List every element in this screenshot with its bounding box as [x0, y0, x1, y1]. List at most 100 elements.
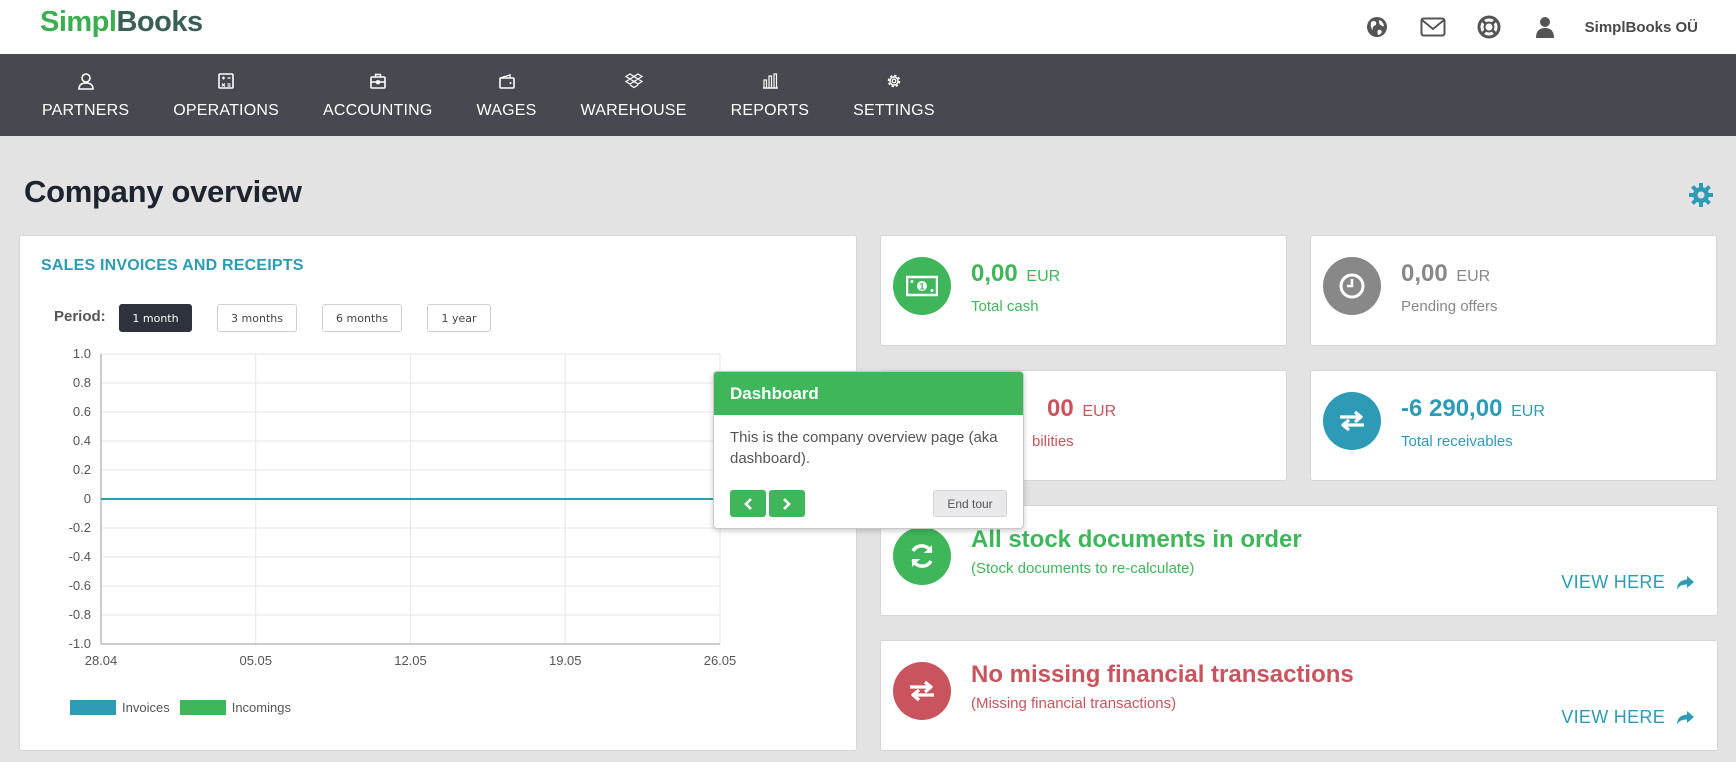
chevron-left-icon [744, 497, 752, 510]
dropbox-icon [624, 70, 643, 92]
pending-offers-card[interactable]: 0,00 EUR Pending offers [1310, 235, 1717, 346]
y-tick-label: -0.8 [69, 607, 91, 622]
calculator-icon [217, 70, 235, 92]
nav-warehouse[interactable]: WAREHOUSE [559, 54, 709, 136]
legend-invoices-label: Invoices [122, 700, 170, 715]
nav-settings[interactable]: SETTINGS [831, 54, 957, 136]
financial-view-here-label: VIEW HERE [1561, 707, 1665, 727]
dashboard-settings-icon[interactable] [1688, 182, 1714, 213]
y-tick-label: 1.0 [73, 346, 91, 361]
user-outline-icon [77, 70, 95, 92]
tour-popover: Dashboard This is the company overview p… [713, 371, 1024, 529]
nav-reports-label: REPORTS [730, 102, 810, 119]
legend-incomings-swatch [179, 700, 226, 715]
y-tick-label: -0.2 [69, 520, 91, 535]
tour-body: This is the company overview page (aka d… [730, 429, 998, 467]
x-tick-label: 19.05 [549, 653, 582, 668]
financial-transactions-subtitle: (Missing financial transactions) [971, 695, 1177, 712]
period-3-months-button[interactable]: 3 months [217, 304, 297, 332]
x-tick-label: 05.05 [239, 653, 272, 668]
total-liabilities-value: 00 EUR [1047, 395, 1116, 423]
chevron-right-icon [783, 497, 791, 510]
transfer-arrows-icon [893, 662, 951, 720]
total-cash-value: 0,00 EUR [971, 260, 1060, 288]
total-liabilities-label: bilities [1032, 433, 1074, 450]
total-receivables-label: Total receivables [1401, 433, 1513, 450]
sales-card-title: SALES INVOICES AND RECEIPTS [41, 257, 304, 274]
y-tick-label: 0.8 [73, 375, 91, 390]
company-name[interactable]: SimplBooks OÜ [1585, 19, 1698, 36]
total-receivables-value: -6 290,00 EUR [1401, 395, 1545, 423]
envelope-icon[interactable] [1405, 0, 1461, 54]
total-liabilities-amount: 00 [1047, 395, 1074, 422]
cash-icon: 1 [893, 257, 951, 315]
share-arrow-icon [1677, 575, 1694, 589]
total-liabilities-currency: EUR [1082, 403, 1117, 420]
clock-icon [1323, 257, 1381, 315]
stock-view-here-link[interactable]: VIEW HERE [1561, 572, 1695, 593]
x-tick-label: 28.04 [85, 653, 118, 668]
main-nav: PARTNERS OPERATIONS ACCOUNTING WAGES WAR… [0, 54, 1736, 136]
y-tick-label: 0.4 [73, 433, 91, 448]
nav-partners[interactable]: PARTNERS [20, 54, 151, 136]
period-6-months-button[interactable]: 6 months [322, 304, 402, 332]
financial-view-here-link[interactable]: VIEW HERE [1561, 707, 1695, 728]
chart-legend: Invoices Incomings [70, 700, 291, 715]
period-1-year-button[interactable]: 1 year [427, 304, 491, 332]
nav-wages[interactable]: WAGES [455, 54, 559, 136]
y-tick-label: -1.0 [69, 636, 91, 651]
page-title: Company overview [24, 174, 302, 209]
nav-reports[interactable]: REPORTS [709, 54, 831, 136]
financial-transactions-card: No missing financial transactions (Missi… [880, 640, 1718, 751]
logo-part-simpl: Simpl [40, 6, 117, 38]
tour-next-button[interactable] [769, 490, 805, 517]
period-1-month-button[interactable]: 1 month [119, 304, 192, 332]
refresh-icon [893, 527, 951, 585]
top-bar: SimplBooks SimplBooks OÜ [0, 0, 1736, 54]
pending-offers-currency: EUR [1456, 268, 1491, 285]
total-cash-currency: EUR [1026, 268, 1061, 285]
y-tick-label: 0 [84, 491, 91, 506]
legend-invoices-swatch [70, 700, 116, 715]
gear-icon [885, 70, 903, 92]
transfer-arrows-icon [1323, 392, 1381, 450]
tour-title: Dashboard [714, 372, 1023, 415]
stock-documents-subtitle: (Stock documents to re-calculate) [971, 560, 1195, 577]
bar-chart-icon [761, 70, 779, 92]
share-arrow-icon [1677, 710, 1694, 724]
total-receivables-card[interactable]: -6 290,00 EUR Total receivables [1310, 370, 1717, 481]
total-receivables-amount: -6 290,00 [1401, 395, 1503, 422]
svg-text:1: 1 [919, 282, 924, 292]
nav-partners-label: PARTNERS [42, 102, 130, 119]
top-icons: SimplBooks OÜ [1349, 0, 1736, 54]
user-icon[interactable] [1517, 0, 1573, 54]
nav-wages-label: WAGES [476, 102, 537, 119]
globe-icon[interactable] [1349, 0, 1405, 54]
pending-offers-amount: 0,00 [1401, 260, 1448, 287]
pending-offers-value: 0,00 EUR [1401, 260, 1490, 288]
total-cash-amount: 0,00 [971, 260, 1018, 287]
financial-transactions-title: No missing financial transactions [971, 661, 1354, 688]
nav-operations[interactable]: OPERATIONS [151, 54, 301, 136]
x-tick-label: 26.05 [704, 653, 737, 668]
tour-prev-button[interactable] [730, 490, 766, 517]
nav-operations-label: OPERATIONS [173, 102, 279, 119]
y-tick-label: 0.2 [73, 462, 91, 477]
nav-accounting-label: ACCOUNTING [322, 102, 433, 119]
x-tick-label: 12.05 [394, 653, 427, 668]
nav-accounting[interactable]: ACCOUNTING [301, 54, 455, 136]
nav-warehouse-label: WAREHOUSE [580, 102, 687, 119]
stock-view-here-label: VIEW HERE [1561, 572, 1665, 592]
y-tick-label: -0.4 [69, 549, 91, 564]
lifebuoy-icon[interactable] [1461, 0, 1517, 54]
nav-settings-label: SETTINGS [853, 102, 935, 119]
end-tour-button[interactable]: End tour [933, 490, 1007, 517]
logo[interactable]: SimplBooks [40, 6, 203, 39]
y-tick-label: 0.6 [73, 404, 91, 419]
briefcase-icon [369, 70, 387, 92]
legend-incomings-label: Incomings [231, 700, 291, 715]
wallet-icon [498, 70, 516, 92]
logo-part-books: Books [116, 6, 203, 38]
stock-documents-title: All stock documents in order [971, 526, 1302, 553]
total-cash-card[interactable]: 1 0,00 EUR Total cash [880, 235, 1287, 346]
